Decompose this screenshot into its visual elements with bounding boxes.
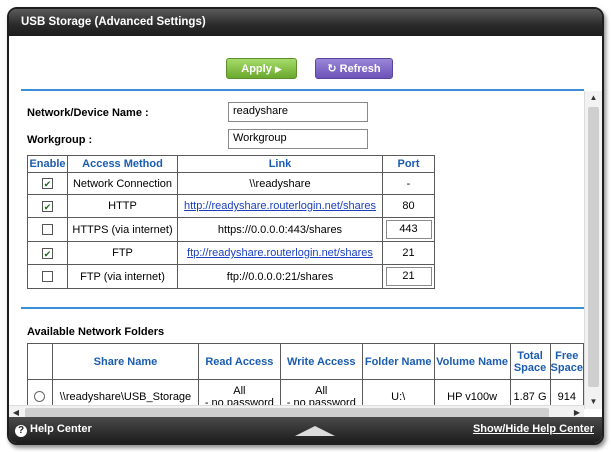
help-icon: ? bbox=[15, 425, 27, 437]
vertical-scroll-thumb[interactable] bbox=[588, 107, 599, 387]
header-share-name: Share Name bbox=[51, 343, 199, 380]
refresh-button-label: Refresh bbox=[339, 63, 381, 75]
port-cell: 21 bbox=[382, 241, 435, 265]
header-select bbox=[27, 343, 53, 380]
table-row: \\readyshare\USB_Storage All - no passwo… bbox=[27, 379, 584, 406]
total-space-cell: 1.87 G bbox=[509, 379, 551, 405]
table-row: HTTPS (via internet) https://0.0.0.0:443… bbox=[27, 217, 435, 242]
settings-content: Network/Device Name : readyshare Workgro… bbox=[9, 93, 584, 405]
enable-checkbox[interactable] bbox=[42, 224, 53, 236]
access-table-header: Enable Access Method Link Port bbox=[27, 155, 435, 173]
play-arrow-icon: ▶ bbox=[274, 64, 282, 74]
header-enable: Enable bbox=[27, 155, 68, 173]
workgroup-input[interactable]: Workgroup bbox=[228, 129, 368, 149]
port-cell: 80 bbox=[382, 194, 435, 218]
refresh-button[interactable]: ↻ Refresh bbox=[315, 58, 393, 79]
table-row: ✔ FTP ftp://readyshare.routerlogin.net/s… bbox=[27, 241, 435, 265]
top-divider bbox=[21, 89, 584, 91]
help-center-label: Help Center bbox=[30, 423, 92, 435]
footer-bar: ? Help Center Show/Hide Help Center bbox=[9, 417, 602, 443]
write-access-cell: All - no password bbox=[279, 379, 363, 406]
enable-checkbox[interactable] bbox=[42, 271, 53, 283]
vertical-scrollbar[interactable]: ▲ ▼ bbox=[584, 91, 602, 409]
enable-checkbox[interactable]: ✔ bbox=[42, 247, 53, 259]
enable-checkbox[interactable]: ✔ bbox=[42, 178, 53, 190]
collapse-tab-icon[interactable] bbox=[295, 423, 335, 437]
apply-button[interactable]: Apply ▶ bbox=[226, 58, 297, 79]
header-free-space: Free Space bbox=[549, 343, 584, 380]
available-folders-title: Available Network Folders bbox=[27, 326, 165, 338]
access-method-cell: HTTP bbox=[67, 194, 178, 218]
folder-select-radio[interactable] bbox=[34, 391, 46, 403]
network-device-name-label: Network/Device Name : bbox=[27, 107, 149, 119]
table-row: FTP (via internet) ftp://0.0.0.0:21/shar… bbox=[27, 264, 435, 289]
http-link[interactable]: http://readyshare.routerlogin.net/shares bbox=[184, 200, 376, 212]
access-method-cell: HTTPS (via internet) bbox=[67, 217, 178, 242]
read-access-line-2: - no password bbox=[204, 396, 274, 406]
scroll-up-icon[interactable]: ▲ bbox=[585, 91, 602, 105]
apply-button-label: Apply bbox=[241, 63, 272, 75]
action-bar: Apply ▶ ↻ Refresh bbox=[9, 36, 602, 91]
network-device-name-input[interactable]: readyshare bbox=[228, 102, 368, 122]
access-method-cell: FTP bbox=[67, 241, 178, 265]
link-cell: ftp://0.0.0.0:21/shares bbox=[177, 264, 383, 289]
table-row: ✔ HTTP http://readyshare.routerlogin.net… bbox=[27, 194, 435, 218]
table-row: ✔ Network Connection \\readyshare - bbox=[27, 172, 435, 195]
help-center-link[interactable]: ? Help Center bbox=[15, 423, 92, 437]
write-access-line-1: All bbox=[315, 384, 328, 397]
middle-divider bbox=[21, 307, 584, 309]
enable-checkbox[interactable]: ✔ bbox=[42, 200, 53, 212]
header-link: Link bbox=[177, 155, 383, 173]
header-volume-name: Volume Name bbox=[433, 343, 511, 380]
header-read-access: Read Access bbox=[197, 343, 281, 380]
header-write-access: Write Access bbox=[279, 343, 363, 380]
access-method-cell: FTP (via internet) bbox=[67, 264, 178, 289]
scroll-down-icon[interactable]: ▼ bbox=[585, 395, 602, 409]
write-access-line-2: - no password bbox=[286, 396, 356, 406]
workgroup-label: Workgroup : bbox=[27, 134, 93, 146]
network-folders-table: Share Name Read Access Write Access Fold… bbox=[27, 343, 584, 405]
header-folder-name: Folder Name bbox=[361, 343, 435, 380]
https-port-input[interactable]: 443 bbox=[385, 220, 432, 239]
header-port: Port bbox=[382, 155, 435, 173]
port-cell: - bbox=[382, 172, 435, 195]
ftp-internet-port-input[interactable]: 21 bbox=[385, 267, 432, 286]
refresh-icon: ↻ bbox=[327, 63, 337, 75]
ftp-link[interactable]: ftp://readyshare.routerlogin.net/shares bbox=[187, 247, 373, 259]
read-access-line-1: All bbox=[233, 384, 246, 397]
usb-storage-window: USB Storage (Advanced Settings) Apply ▶ ↻… bbox=[7, 7, 604, 445]
access-method-cell: Network Connection bbox=[67, 172, 178, 195]
window-title: USB Storage (Advanced Settings) bbox=[9, 9, 602, 36]
folder-name-cell: U:\ bbox=[361, 379, 435, 405]
show-hide-help-center-link[interactable]: Show/Hide Help Center bbox=[473, 423, 594, 435]
folders-table-header: Share Name Read Access Write Access Fold… bbox=[27, 343, 584, 380]
header-total-space: Total Space bbox=[509, 343, 551, 380]
free-space-cell: 914 bbox=[549, 379, 584, 405]
link-cell: https://0.0.0.0:443/shares bbox=[177, 217, 383, 242]
access-method-table: Enable Access Method Link Port ✔ Network… bbox=[27, 155, 435, 289]
read-access-cell: All - no password bbox=[197, 379, 281, 406]
header-access-method: Access Method bbox=[67, 155, 178, 173]
volume-name-cell: HP v100w bbox=[433, 379, 511, 405]
link-cell: \\readyshare bbox=[177, 172, 383, 195]
share-name-cell: \\readyshare\USB_Storage bbox=[51, 379, 199, 405]
